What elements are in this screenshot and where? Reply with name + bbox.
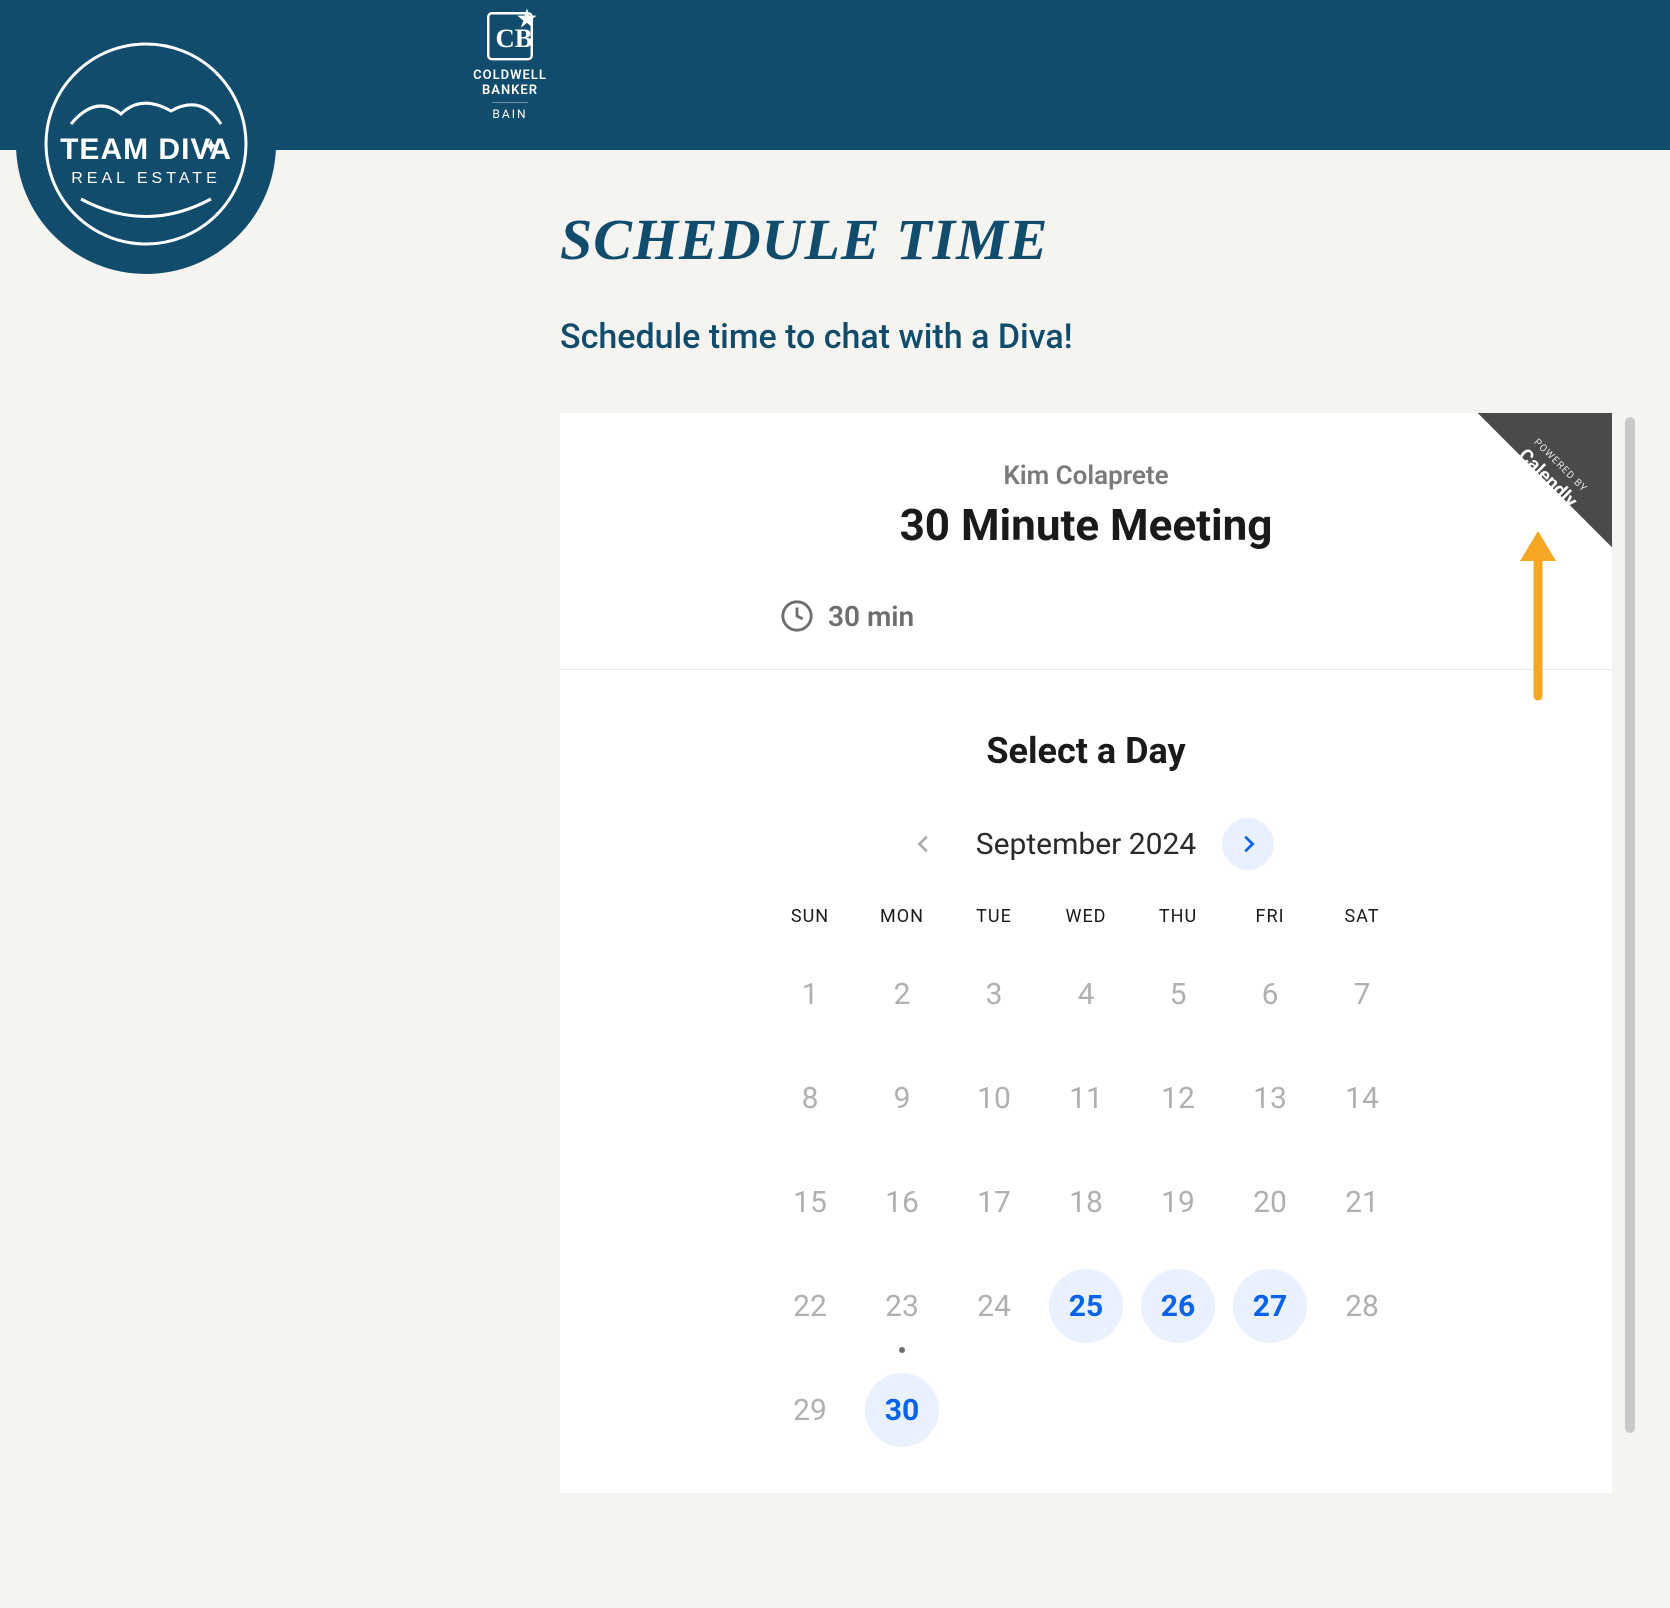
calendar-day-unavailable: 23 <box>865 1269 939 1343</box>
calendar-day-unavailable: 22 <box>773 1269 847 1343</box>
calendly-widget-wrapper: POWERED BY Calendly Kim Colaprete 30 Min… <box>560 413 1636 1493</box>
cb-line2: BANKER <box>460 83 560 98</box>
calendar-day-unavailable: 10 <box>957 1061 1031 1135</box>
cb-mark-icon: CB <box>481 6 539 64</box>
page-subheading: Schedule time to chat with a Diva! <box>560 317 1670 357</box>
select-day-title: Select a Day <box>620 730 1552 772</box>
calendar-day-unavailable: 24 <box>957 1269 1031 1343</box>
duration-row: 30 min <box>620 599 1552 633</box>
cb-line3: BAIN <box>492 102 527 121</box>
calendar-day-unavailable: 5 <box>1141 957 1215 1031</box>
day-of-week-header: SUN <box>791 906 829 927</box>
calendly-brand-label: Calendly <box>1490 420 1605 535</box>
calendar-day-available[interactable]: 27 <box>1233 1269 1307 1343</box>
calendar-day-unavailable: 9 <box>865 1061 939 1135</box>
day-of-week-header: THU <box>1159 906 1197 927</box>
calendar-day-unavailable: 28 <box>1325 1269 1399 1343</box>
month-label: September 2024 <box>976 827 1196 862</box>
calendar-day-unavailable: 12 <box>1141 1061 1215 1135</box>
chevron-left-icon <box>913 833 935 855</box>
calendar-day-available[interactable]: 26 <box>1141 1269 1215 1343</box>
host-name: Kim Colaprete <box>620 461 1552 491</box>
scrollbar-thumb[interactable] <box>1625 417 1635 1433</box>
calendar-day-unavailable: 20 <box>1233 1165 1307 1239</box>
svg-text:CB: CB <box>496 23 533 53</box>
calendar-day-unavailable: 4 <box>1049 957 1123 1031</box>
calendar-day-unavailable: 19 <box>1141 1165 1215 1239</box>
calendar-day-unavailable: 15 <box>773 1165 847 1239</box>
chevron-right-icon <box>1237 833 1259 855</box>
calendar-day-unavailable: 7 <box>1325 957 1399 1031</box>
meeting-title: 30 Minute Meeting <box>620 499 1552 551</box>
calendar-day-unavailable: 2 <box>865 957 939 1031</box>
next-month-button[interactable] <box>1222 818 1274 870</box>
duration-label: 30 min <box>828 600 914 633</box>
day-of-week-header: MON <box>880 906 924 927</box>
team-diva-logo-icon: TEAM DIVA REAL ESTATE <box>41 39 251 249</box>
day-of-week-header: SAT <box>1344 906 1379 927</box>
calendar-grid: SUNMONTUEWEDTHUFRISAT1234567891011121314… <box>766 906 1406 1447</box>
calendar-day-unavailable: 11 <box>1049 1061 1123 1135</box>
page-content: SCHEDULE TIME Schedule time to chat with… <box>0 150 1670 1493</box>
previous-month-button[interactable] <box>898 818 950 870</box>
calendar-day-unavailable: 3 <box>957 957 1031 1031</box>
svg-text:REAL ESTATE: REAL ESTATE <box>71 170 221 187</box>
calendar-day-unavailable: 14 <box>1325 1061 1399 1135</box>
calendar-day-unavailable: 1 <box>773 957 847 1031</box>
arrow-up-icon <box>1508 531 1568 701</box>
widget-scrollbar[interactable] <box>1624 413 1636 1493</box>
page-heading: SCHEDULE TIME <box>560 206 1670 273</box>
calendar-day-unavailable: 17 <box>957 1165 1031 1239</box>
calendar-day-unavailable: 6 <box>1233 957 1307 1031</box>
calendar-day-unavailable: 29 <box>773 1373 847 1447</box>
calendar-day-available[interactable]: 30 <box>865 1373 939 1447</box>
calendar-day-unavailable: 21 <box>1325 1165 1399 1239</box>
day-of-week-header: FRI <box>1256 906 1285 927</box>
svg-text:TEAM DIVA: TEAM DIVA <box>60 133 232 166</box>
day-of-week-header: TUE <box>976 906 1012 927</box>
calendar-day-unavailable: 13 <box>1233 1061 1307 1135</box>
coldwell-banker-logo: CB COLDWELL BANKER BAIN <box>460 6 560 122</box>
month-navigation: September 2024 <box>620 818 1552 870</box>
calendar-section: Select a Day September 2024 SUNMONTU <box>560 670 1612 1487</box>
cb-line1: COLDWELL <box>460 68 560 83</box>
calendar-day-available[interactable]: 25 <box>1049 1269 1123 1343</box>
team-diva-logo-badge[interactable]: TEAM DIVA REAL ESTATE <box>16 14 276 274</box>
calendar-day-unavailable: 8 <box>773 1061 847 1135</box>
calendar-day-unavailable: 16 <box>865 1165 939 1239</box>
day-of-week-header: WED <box>1065 906 1106 927</box>
calendly-widget: POWERED BY Calendly Kim Colaprete 30 Min… <box>560 413 1612 1493</box>
annotation-arrow <box>1508 531 1568 705</box>
clock-icon <box>780 599 814 633</box>
calendar-day-unavailable: 18 <box>1049 1165 1123 1239</box>
